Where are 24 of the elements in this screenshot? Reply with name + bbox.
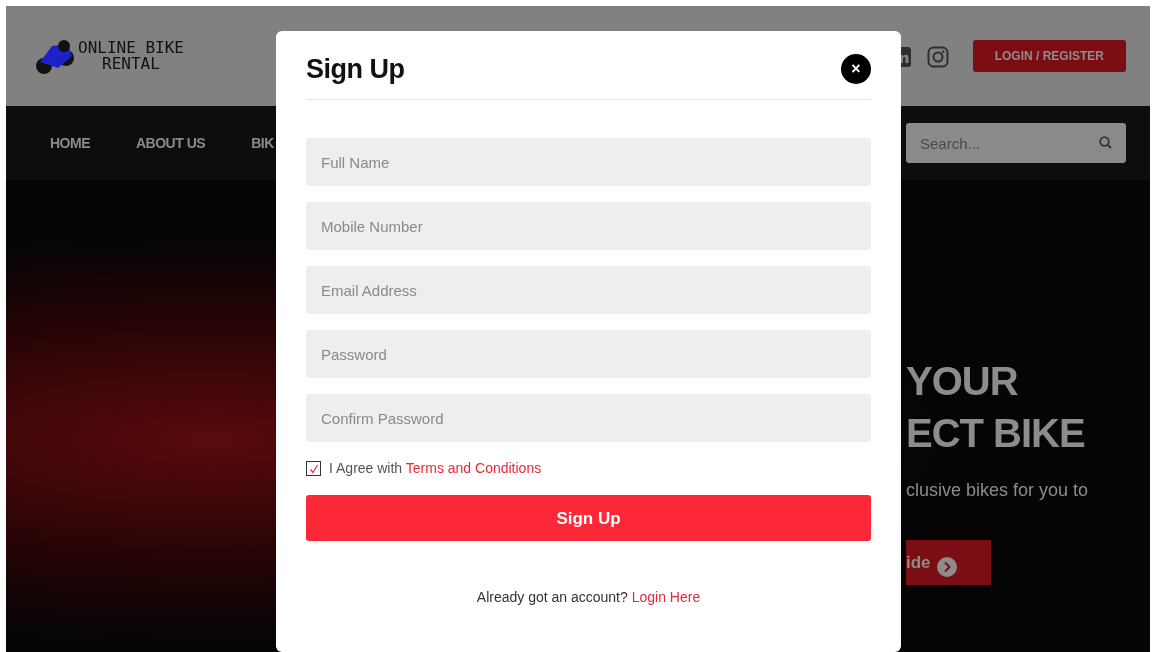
hero-subtitle: clusive bikes for you to (906, 479, 1090, 502)
nav-link[interactable]: ABOUT US (136, 132, 206, 154)
search-icon[interactable] (1099, 136, 1112, 149)
search-field[interactable]: Search... (906, 123, 1126, 163)
login-link[interactable]: Login Here (631, 589, 701, 606)
agree-text: I Agree with Terms and Conditions (329, 459, 542, 479)
input-field[interactable]: Confirm Password (306, 394, 871, 443)
hero-title: YOUR ECT BIKE (906, 358, 1086, 457)
instagram-icon[interactable] (926, 44, 949, 68)
login-register-button[interactable]: LOGIN / REGISTER (972, 40, 1126, 72)
sign-up-button[interactable]: Sign Up (306, 495, 871, 542)
modal-title: Sign Up (306, 53, 405, 86)
terms-link[interactable]: Terms and Conditions (405, 460, 542, 477)
logo-text: ONLINE BIKE RENTAL (78, 40, 184, 72)
input-field[interactable]: Full Name (306, 138, 871, 187)
agree-checkbox[interactable] (306, 461, 321, 477)
login-prompt: Already got an account? Login Here (475, 588, 702, 608)
nav-link[interactable]: BIK (251, 132, 274, 154)
nav-link[interactable]: HOME (50, 132, 90, 154)
input-field[interactable]: Mobile Number (306, 202, 871, 251)
close-button[interactable]: × (841, 54, 871, 85)
input-field[interactable]: Email Address (306, 266, 871, 315)
hero-button[interactable]: ide (906, 540, 991, 585)
input-field[interactable]: Password (306, 330, 871, 379)
